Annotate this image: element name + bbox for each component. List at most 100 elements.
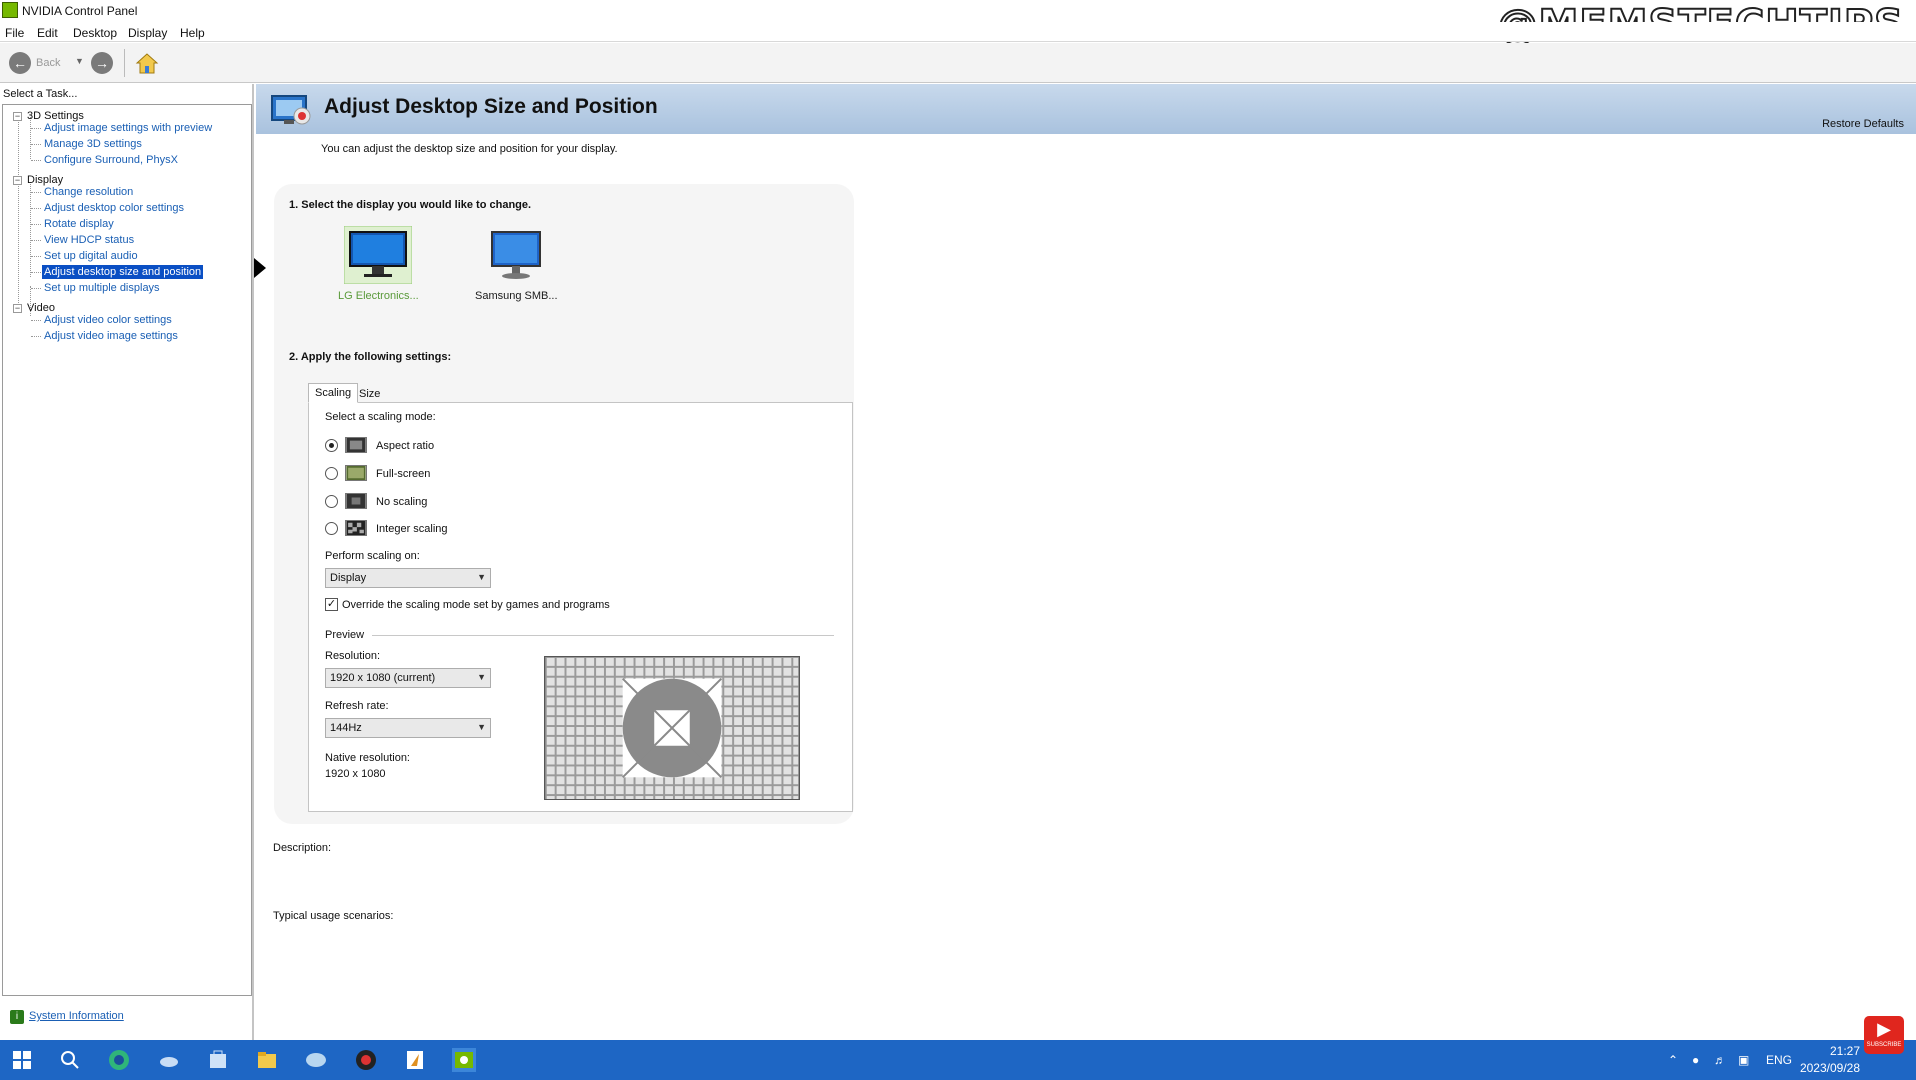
- app-icon[interactable]: [304, 1048, 328, 1072]
- usage-scenarios-label: Typical usage scenarios:: [273, 910, 394, 922]
- microphone-icon[interactable]: ●: [1692, 1053, 1699, 1067]
- windows-start-icon[interactable]: [10, 1048, 34, 1072]
- task-adjust-desktop-size[interactable]: Adjust desktop size and position: [42, 265, 204, 279]
- app-icon[interactable]: [354, 1048, 378, 1072]
- toolbar: ← Back ▼ →: [0, 43, 1916, 83]
- menu-help[interactable]: Help: [180, 26, 205, 40]
- scaling-mode-label: Select a scaling mode:: [325, 411, 436, 423]
- mode-label-aspect-ratio[interactable]: Aspect ratio: [376, 440, 434, 452]
- radio-integer-scaling[interactable]: [325, 522, 338, 535]
- task-configure-surround[interactable]: Configure Surround, PhysX: [42, 153, 180, 167]
- toolbar-separator: [124, 49, 125, 77]
- tab-scaling[interactable]: Scaling: [308, 383, 359, 403]
- task-view-hdcp[interactable]: View HDCP status: [42, 233, 136, 247]
- task-rotate-display[interactable]: Rotate display: [42, 217, 116, 231]
- tree-guide: [31, 144, 41, 145]
- task-multiple-displays[interactable]: Set up multiple displays: [42, 281, 162, 295]
- perform-scaling-label: Perform scaling on:: [325, 550, 420, 562]
- clock-date[interactable]: 2023/09/28: [1800, 1061, 1860, 1075]
- restore-defaults-link[interactable]: Restore Defaults: [1822, 118, 1904, 130]
- radio-full-screen[interactable]: [325, 467, 338, 480]
- file-explorer-icon[interactable]: [255, 1048, 279, 1072]
- preview-divider: [372, 635, 834, 636]
- tree-guide: [30, 117, 31, 159]
- override-label[interactable]: Override the scaling mode set by games a…: [342, 599, 610, 611]
- task-pane: Select a Task... − 3D Settings Adjust im…: [0, 84, 254, 1040]
- network-icon[interactable]: ▣: [1738, 1053, 1749, 1067]
- intro-text: You can adjust the desktop size and posi…: [321, 143, 618, 155]
- menu-file[interactable]: File: [5, 26, 24, 40]
- task-digital-audio[interactable]: Set up digital audio: [42, 249, 140, 263]
- clock-time[interactable]: 21:27: [1830, 1044, 1860, 1058]
- radio-aspect-ratio[interactable]: [325, 439, 338, 452]
- task-manage-3d-settings[interactable]: Manage 3D settings: [42, 137, 144, 151]
- nvidia-taskbar-icon[interactable]: [452, 1048, 476, 1072]
- chevron-up-icon[interactable]: ⌃: [1668, 1053, 1678, 1067]
- monitor-icon-lg[interactable]: [344, 226, 412, 284]
- back-label[interactable]: Back: [36, 57, 60, 69]
- taskbar: ⌃ ● ♬ ▣ ENG 21:27 2023/09/28: [0, 1040, 1916, 1080]
- scaling-preview: [544, 656, 800, 800]
- resolution-select[interactable]: 1920 x 1080 (current) ▼: [325, 668, 491, 688]
- tree-guide: [30, 182, 31, 277]
- menu-desktop[interactable]: Desktop: [73, 26, 117, 40]
- home-icon[interactable]: [134, 51, 160, 77]
- integer-scaling-icon: [345, 520, 367, 536]
- chevron-down-icon: ▼: [477, 572, 486, 582]
- refresh-rate-select[interactable]: 144Hz ▼: [325, 718, 491, 738]
- full-screen-icon: [345, 465, 367, 481]
- store-icon[interactable]: [206, 1048, 230, 1072]
- task-change-resolution[interactable]: Change resolution: [42, 185, 135, 199]
- mode-label-integer-scaling[interactable]: Integer scaling: [376, 523, 448, 535]
- collapse-icon[interactable]: −: [13, 112, 22, 121]
- page-title: Adjust Desktop Size and Position: [324, 95, 658, 118]
- preview-label: Preview: [325, 629, 365, 641]
- task-tree[interactable]: − 3D Settings Adjust image settings with…: [2, 104, 252, 996]
- collapse-icon[interactable]: −: [13, 176, 22, 185]
- step2-heading: 2. Apply the following settings:: [289, 351, 452, 363]
- tree-guide: [31, 240, 41, 241]
- task-video-image[interactable]: Adjust video image settings: [42, 329, 180, 343]
- tree-guide: [18, 117, 19, 307]
- system-info-icon: i: [10, 1010, 24, 1024]
- menu-bar: File Edit Desktop Display Help: [0, 22, 1916, 42]
- display-label-samsung[interactable]: Samsung SMB...: [475, 290, 558, 302]
- menu-display[interactable]: Display: [128, 26, 167, 40]
- task-adjust-image-settings[interactable]: Adjust image settings with preview: [42, 121, 214, 135]
- perform-scaling-value: Display: [330, 572, 367, 584]
- perform-scaling-select[interactable]: Display ▼: [325, 568, 491, 588]
- play-icon: ▶: [1877, 1019, 1891, 1039]
- radio-no-scaling[interactable]: [325, 495, 338, 508]
- monitor-icon-samsung[interactable]: [490, 230, 542, 282]
- refresh-rate-label: Refresh rate:: [325, 700, 389, 712]
- native-resolution-label: Native resolution:: [325, 752, 410, 764]
- forward-arrow-icon[interactable]: →: [91, 52, 113, 74]
- mode-label-no-scaling[interactable]: No scaling: [376, 496, 427, 508]
- override-checkbox[interactable]: ✓: [325, 598, 338, 611]
- tab-size[interactable]: Size: [353, 385, 386, 403]
- edge-browser-icon[interactable]: [107, 1048, 131, 1072]
- resolution-value: 1920 x 1080 (current): [330, 672, 436, 684]
- task-adjust-desktop-color[interactable]: Adjust desktop color settings: [42, 201, 186, 215]
- display-label-lg[interactable]: LG Electronics...: [338, 290, 419, 302]
- back-arrow-icon[interactable]: ←: [9, 52, 31, 74]
- mode-label-full-screen[interactable]: Full-screen: [376, 468, 430, 480]
- collapse-icon[interactable]: −: [13, 304, 22, 313]
- volume-icon[interactable]: ♬: [1714, 1053, 1726, 1067]
- subscribe-badge: ▶ SUBSCRIBE: [1864, 1016, 1904, 1054]
- tree-guide: [31, 336, 41, 337]
- cloud-app-icon[interactable]: [157, 1048, 181, 1072]
- language-indicator[interactable]: ENG: [1766, 1053, 1792, 1067]
- tree-guide: [31, 320, 41, 321]
- task-video-color[interactable]: Adjust video color settings: [42, 313, 174, 327]
- tree-guide: [31, 224, 41, 225]
- app-icon[interactable]: [403, 1048, 427, 1072]
- chevron-down-icon[interactable]: ▼: [75, 56, 84, 66]
- system-information-link[interactable]: System Information: [29, 1010, 124, 1022]
- tree-guide: [31, 192, 41, 193]
- menu-edit[interactable]: Edit: [37, 26, 58, 40]
- page-header: Adjust Desktop Size and Position Restore…: [256, 84, 1916, 134]
- search-icon[interactable]: [58, 1048, 82, 1072]
- description-label: Description:: [273, 842, 332, 854]
- window-title: NVIDIA Control Panel: [22, 4, 138, 18]
